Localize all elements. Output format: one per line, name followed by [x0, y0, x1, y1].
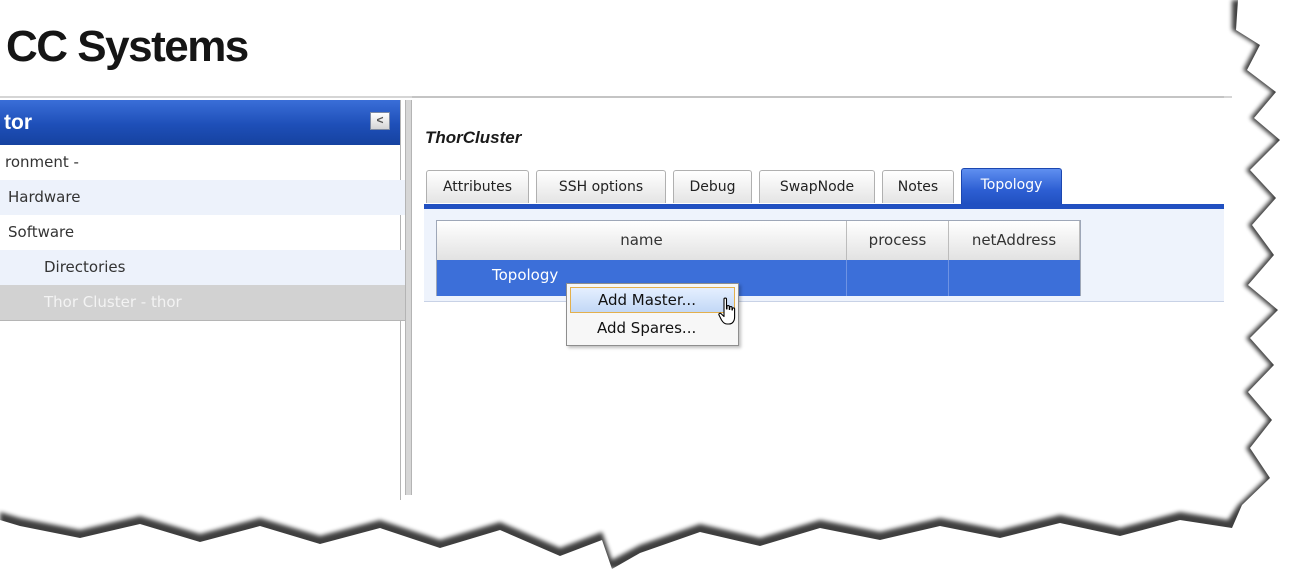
- topology-grid: name process netAddress Topology: [436, 220, 1081, 296]
- tree-item-thor-cluster[interactable]: Thor Cluster - thor: [0, 285, 442, 321]
- app-logo: CC Systems: [6, 22, 249, 71]
- menu-item-add-spares[interactable]: Add Spares...: [570, 315, 735, 341]
- tree-item-directories[interactable]: Directories: [0, 250, 442, 285]
- tree-item-software[interactable]: Software: [0, 215, 406, 250]
- tab-label: Debug: [689, 179, 736, 195]
- menu-item-label: Add Master...: [598, 291, 696, 309]
- tree-item-label: Directories: [44, 258, 126, 276]
- column-header-netaddress[interactable]: netAddress: [949, 221, 1080, 260]
- tree-item-label: Hardware: [8, 188, 81, 206]
- tree-item-label: Software: [8, 223, 75, 241]
- tab-label: SSH options: [558, 179, 644, 195]
- navigator-panel: tor < ronment - Hardware Software Direct…: [0, 100, 442, 500]
- tab-attributes[interactable]: Attributes: [426, 170, 529, 203]
- tree-item-environment[interactable]: ronment -: [0, 145, 403, 180]
- page-title: ThorCluster: [425, 128, 522, 147]
- splitter-handle[interactable]: [405, 100, 412, 495]
- cell-netaddress[interactable]: [949, 260, 1080, 296]
- column-header-name[interactable]: name: [437, 221, 847, 260]
- grid-header: name process netAddress: [437, 221, 1080, 261]
- tab-label: Attributes: [442, 179, 513, 195]
- table-row[interactable]: Topology: [437, 260, 1080, 296]
- menu-item-add-master[interactable]: Add Master...: [570, 287, 735, 313]
- tab-label: Notes: [897, 179, 939, 195]
- tab-topology[interactable]: Topology: [961, 168, 1062, 204]
- tree-item-label: ronment -: [5, 153, 79, 171]
- tree-item-label: Thor Cluster - thor: [44, 293, 182, 311]
- tab-notes[interactable]: Notes: [882, 170, 954, 203]
- navigator-title: tor: [4, 111, 32, 134]
- hand-pointer-icon: [718, 297, 736, 325]
- cell-process[interactable]: [847, 260, 949, 296]
- chevron-left-icon: <: [376, 113, 384, 127]
- collapse-panel-button[interactable]: <: [370, 112, 390, 130]
- tab-ssh-options[interactable]: SSH options: [536, 170, 666, 203]
- content-panel: ThorCluster Attributes SSH options Debug…: [412, 96, 1224, 498]
- menu-item-label: Add Spares...: [597, 319, 697, 337]
- column-header-process[interactable]: process: [847, 221, 949, 260]
- context-menu: Add Master... Add Spares...: [566, 283, 739, 346]
- tree-item-hardware[interactable]: Hardware: [0, 180, 406, 215]
- navigator-header: tor <: [0, 100, 400, 145]
- tab-label: SwapNode: [779, 179, 855, 195]
- tab-label: Topology: [980, 177, 1043, 193]
- tab-debug[interactable]: Debug: [673, 170, 752, 203]
- tab-swapnode[interactable]: SwapNode: [759, 170, 875, 203]
